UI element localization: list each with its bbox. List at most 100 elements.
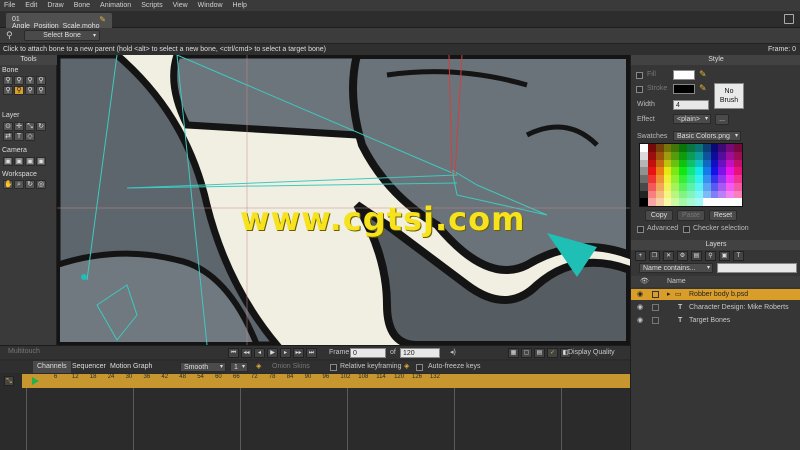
palette-swatch[interactable] bbox=[655, 190, 664, 199]
palette-swatch[interactable] bbox=[671, 167, 680, 175]
palette-swatch[interactable] bbox=[655, 182, 664, 191]
palette-swatch[interactable] bbox=[655, 175, 664, 183]
palette-swatch[interactable] bbox=[702, 151, 711, 160]
fill-checkbox[interactable] bbox=[636, 72, 643, 79]
prev-key-icon[interactable]: ◂◂ bbox=[241, 348, 252, 358]
palette-swatch[interactable] bbox=[718, 167, 727, 175]
onion-skins-label[interactable]: Onion Skins bbox=[272, 363, 310, 370]
palette-swatch[interactable] bbox=[734, 190, 742, 199]
menu-item-animation[interactable]: Animation bbox=[100, 2, 131, 9]
image-layer-icon[interactable]: ▣ bbox=[719, 251, 730, 261]
layer-row-credit[interactable]: ◉ T Character Design: Mike Roberts bbox=[631, 302, 800, 313]
layer-checkbox[interactable] bbox=[652, 304, 659, 311]
palette-swatch[interactable] bbox=[655, 144, 664, 152]
layer-filter-input[interactable] bbox=[717, 263, 797, 273]
palette-swatch[interactable] bbox=[734, 151, 742, 160]
palette-swatch[interactable] bbox=[655, 159, 664, 168]
palette-swatch[interactable] bbox=[640, 151, 648, 160]
playhead-marker[interactable] bbox=[32, 377, 39, 385]
book-icon[interactable] bbox=[784, 14, 794, 24]
palette-swatch[interactable] bbox=[726, 190, 735, 199]
palette-swatch[interactable] bbox=[671, 198, 680, 206]
layer-settings-icon[interactable]: ⚙ bbox=[677, 251, 688, 261]
palette-swatch[interactable] bbox=[655, 198, 664, 206]
palette-swatch[interactable] bbox=[640, 144, 648, 152]
width-input[interactable]: 4 bbox=[673, 100, 709, 110]
eye-icon[interactable]: ◉ bbox=[637, 315, 643, 326]
palette-swatch[interactable] bbox=[718, 175, 727, 183]
document-tab[interactable]: 01 Angle_Position_Scale.moho ✎ bbox=[6, 13, 112, 30]
camera-pan-icon[interactable]: ▣ bbox=[36, 157, 46, 166]
copy-button[interactable]: Copy bbox=[645, 210, 673, 221]
palette-swatch[interactable] bbox=[694, 182, 703, 191]
tab-sequencer[interactable]: Sequencer bbox=[68, 361, 110, 373]
camera-zoom-icon[interactable]: ▣ bbox=[14, 157, 24, 166]
palette-swatch[interactable] bbox=[726, 144, 735, 152]
palette-swatch[interactable] bbox=[694, 151, 703, 160]
check-icon[interactable]: ✓ bbox=[547, 348, 558, 358]
reparent-bone-tool-icon[interactable]: ⚲ bbox=[14, 86, 24, 95]
layer-row-target-bones[interactable]: ◉ T Target Bones bbox=[631, 315, 800, 326]
bone-strength-tool-icon[interactable]: ⚲ bbox=[25, 86, 35, 95]
palette-swatch[interactable] bbox=[687, 144, 695, 152]
palette-swatch[interactable] bbox=[718, 151, 727, 160]
menu-item-file[interactable]: File bbox=[4, 2, 15, 9]
fill-color-swatch[interactable] bbox=[673, 70, 695, 80]
stroke-color-swatch[interactable] bbox=[673, 84, 695, 94]
palette-swatch[interactable] bbox=[671, 190, 680, 199]
shear-layer-icon[interactable]: ◇ bbox=[25, 132, 35, 141]
palette-swatch[interactable] bbox=[710, 151, 719, 160]
palette-swatch[interactable] bbox=[718, 144, 727, 152]
palette-swatch[interactable] bbox=[726, 198, 735, 206]
palette-swatch[interactable] bbox=[734, 144, 742, 152]
palette-swatch[interactable] bbox=[702, 159, 711, 168]
palette-swatch[interactable] bbox=[726, 182, 735, 191]
channel-filter-icon[interactable]: ⤡ bbox=[4, 376, 14, 386]
translate-bone-tool-icon[interactable]: ⚲ bbox=[14, 76, 24, 85]
palette-swatch[interactable] bbox=[718, 190, 727, 199]
palette-swatch[interactable] bbox=[687, 198, 695, 206]
tab-channels[interactable]: Channels bbox=[33, 361, 71, 373]
palette-swatch[interactable] bbox=[710, 198, 719, 206]
palette-swatch[interactable] bbox=[679, 159, 688, 168]
stroke-checkbox[interactable] bbox=[636, 86, 643, 93]
palette-swatch[interactable] bbox=[687, 159, 695, 168]
palette-swatch[interactable] bbox=[671, 144, 680, 152]
reset-button[interactable]: Reset bbox=[709, 210, 737, 221]
prev-frame-icon[interactable]: ◂ bbox=[254, 348, 265, 358]
tab-motion-graph[interactable]: Motion Graph bbox=[106, 361, 156, 373]
palette-swatch[interactable] bbox=[702, 182, 711, 191]
palette-swatch[interactable] bbox=[640, 159, 648, 168]
palette-swatch[interactable] bbox=[640, 190, 648, 199]
grid-icon[interactable]: ▦ bbox=[508, 348, 519, 358]
group-layer-icon[interactable]: ▤ bbox=[691, 251, 702, 261]
palette-swatch[interactable] bbox=[687, 151, 695, 160]
palette-swatch[interactable] bbox=[655, 167, 664, 175]
rotate-workspace-icon[interactable]: ↻ bbox=[25, 180, 35, 189]
palette-swatch[interactable] bbox=[679, 190, 688, 199]
palette-swatch[interactable] bbox=[702, 167, 711, 175]
menu-item-help[interactable]: Help bbox=[233, 2, 247, 9]
layer-filter-dropdown[interactable]: Name contains... bbox=[639, 263, 713, 273]
frame-input[interactable]: 0 bbox=[350, 348, 386, 358]
effect-dropdown[interactable]: <plain> bbox=[673, 114, 711, 124]
stroke-pen-icon[interactable]: ✎ bbox=[699, 83, 707, 94]
palette-swatch[interactable] bbox=[687, 182, 695, 191]
palette-swatch[interactable] bbox=[734, 175, 742, 183]
select-bone-tool-icon[interactable]: ⚲ bbox=[3, 76, 13, 85]
bone-layer-icon[interactable]: ⚲ bbox=[705, 251, 716, 261]
palette-swatch[interactable] bbox=[647, 151, 656, 160]
select-bone-dropdown[interactable]: Select Bone bbox=[24, 30, 100, 41]
palette-swatch[interactable] bbox=[734, 167, 742, 175]
layer-checkbox[interactable] bbox=[652, 291, 659, 298]
palette-swatch[interactable] bbox=[679, 144, 688, 152]
palette-swatch[interactable] bbox=[640, 198, 648, 206]
palette-swatch[interactable] bbox=[726, 159, 735, 168]
eye-icon[interactable]: ◉ bbox=[637, 289, 643, 300]
palette-swatch[interactable] bbox=[726, 175, 735, 183]
color-palette[interactable] bbox=[639, 143, 743, 207]
palette-swatch[interactable] bbox=[734, 198, 742, 206]
eye-icon[interactable]: ◉ bbox=[637, 302, 643, 313]
palette-swatch[interactable] bbox=[694, 144, 703, 152]
manipulate-bones-tool-icon[interactable]: ⚲ bbox=[36, 86, 46, 95]
